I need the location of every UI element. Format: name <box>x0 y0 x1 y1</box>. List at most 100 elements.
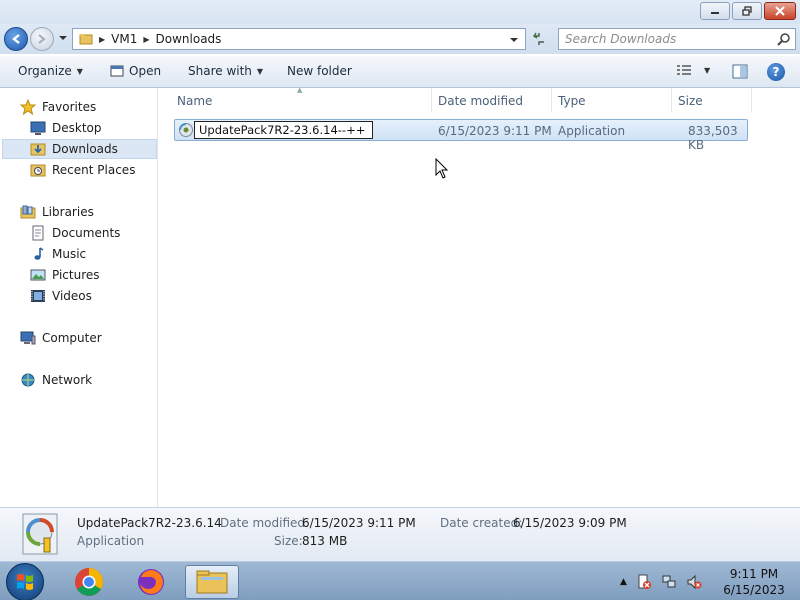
share-with-label: Share with <box>188 64 252 78</box>
sidebar-item-computer[interactable]: Computer <box>20 328 102 348</box>
column-divider[interactable] <box>751 88 752 112</box>
new-folder-button[interactable]: New folder <box>287 64 352 78</box>
sidebar-item-label: Desktop <box>52 121 102 135</box>
navigation-pane: Favorites Desktop Downloads Recent Place… <box>0 88 158 507</box>
preview-pane-button[interactable] <box>732 64 748 82</box>
documents-icon <box>32 225 44 241</box>
title-bar <box>0 0 800 26</box>
details-size-label: Size: <box>274 534 303 548</box>
recent-pages-dropdown-icon[interactable] <box>58 34 68 42</box>
details-date-modified: 6/15/2023 9:11 PM <box>302 516 416 530</box>
help-button[interactable]: ? <box>767 63 785 81</box>
file-list: ▲ Name Date modified Type Size 6/15/2023… <box>159 86 800 507</box>
refresh-button[interactable] <box>528 28 550 50</box>
change-view-button[interactable]: ▼ <box>676 64 710 76</box>
network-icon <box>21 373 35 387</box>
breadcrumb-downloads[interactable]: Downloads <box>156 32 222 46</box>
music-icon <box>34 247 44 260</box>
details-file-type: Application <box>77 534 145 548</box>
address-dropdown-icon[interactable] <box>509 36 519 44</box>
chrome-icon <box>75 568 103 596</box>
volume-muted-icon[interactable] <box>686 574 702 590</box>
start-button[interactable] <box>6 563 44 600</box>
breadcrumb-separator-icon[interactable]: ▶ <box>99 35 105 44</box>
chevron-down-icon[interactable]: ▼ <box>704 66 710 75</box>
column-divider[interactable] <box>551 88 552 112</box>
sidebar-item-favorites[interactable]: Favorites <box>20 97 96 117</box>
help-icon: ? <box>772 65 780 79</box>
clock[interactable]: 9:11 PM 6/15/2023 <box>714 566 794 598</box>
forward-arrow-icon <box>38 34 46 44</box>
open-label: Open <box>129 64 162 78</box>
rename-box[interactable] <box>194 121 373 139</box>
action-center-warning-icon[interactable] <box>636 574 652 590</box>
details-date-modified-label: Date modified: <box>220 516 310 530</box>
sidebar-item-label: Libraries <box>42 205 94 219</box>
taskbar-firefox[interactable] <box>124 565 178 599</box>
address-bar[interactable]: ▶ VM1 ▶ Downloads <box>72 28 526 50</box>
restore-icon <box>742 6 752 16</box>
column-header-date-modified[interactable]: Date modified <box>438 94 523 108</box>
taskbar-explorer[interactable] <box>185 565 239 599</box>
sidebar-item-pictures[interactable]: Pictures <box>30 265 100 285</box>
chevron-down-icon: ▼ <box>256 66 264 76</box>
close-button[interactable] <box>764 2 796 20</box>
search-input[interactable] <box>565 29 765 49</box>
column-divider[interactable] <box>671 88 672 112</box>
sidebar-item-label: Network <box>42 373 93 387</box>
window-controls <box>700 2 796 20</box>
file-type: Application <box>558 124 626 138</box>
sidebar-item-label: Downloads <box>52 142 118 156</box>
sidebar-item-music[interactable]: Music <box>30 244 86 264</box>
organize-button[interactable]: Organize ▼ <box>18 64 83 78</box>
network-status-icon[interactable] <box>661 574 677 590</box>
details-file-name: UpdatePack7R2-23.6.14 <box>77 516 222 530</box>
sidebar-item-videos[interactable]: Videos <box>30 286 92 306</box>
forward-button[interactable] <box>30 27 54 51</box>
column-divider[interactable] <box>431 88 432 112</box>
back-button[interactable] <box>4 27 28 51</box>
recent-places-icon <box>30 164 46 177</box>
explorer-icon <box>196 570 228 594</box>
table-row[interactable]: 6/15/2023 9:11 PM Application 833,503 KB <box>174 119 748 152</box>
file-date-modified: 6/15/2023 9:11 PM <box>438 124 552 138</box>
sidebar-item-label: Music <box>52 247 87 261</box>
open-icon <box>110 65 124 77</box>
details-date-created-label: Date created: <box>440 516 523 530</box>
open-button[interactable]: Open <box>110 64 161 78</box>
column-header-name[interactable]: Name <box>177 94 212 108</box>
chevron-down-icon: ▼ <box>76 66 83 76</box>
taskbar: ▲ 9:11 PM 6/15/2023 <box>0 561 800 600</box>
column-header-size[interactable]: Size <box>678 94 703 108</box>
breadcrumb-vm1[interactable]: VM1 <box>111 32 137 46</box>
sidebar-item-recent-places[interactable]: Recent Places <box>30 160 135 180</box>
search-icon[interactable] <box>777 33 790 46</box>
sidebar-item-label: Favorites <box>42 100 97 114</box>
sidebar-item-label: Pictures <box>52 268 100 282</box>
libraries-icon <box>20 205 36 219</box>
folder-icon <box>79 34 93 45</box>
sidebar-item-downloads[interactable]: Downloads <box>2 139 157 159</box>
preview-pane-icon <box>732 64 748 79</box>
pictures-icon <box>30 269 46 281</box>
sort-up-icon: ▲ <box>297 86 303 94</box>
firefox-icon <box>138 569 164 595</box>
restore-button[interactable] <box>732 2 762 20</box>
star-icon <box>20 99 36 115</box>
sidebar-item-desktop[interactable]: Desktop <box>30 118 102 138</box>
sidebar-item-network[interactable]: Network <box>20 370 92 390</box>
system-tray: ▲ <box>620 574 702 590</box>
column-header-type[interactable]: Type <box>558 94 586 108</box>
rename-input[interactable] <box>195 122 372 138</box>
sidebar-item-label: Videos <box>52 289 92 303</box>
sidebar-item-libraries[interactable]: Libraries <box>20 202 94 222</box>
minimize-button[interactable] <box>700 2 730 20</box>
search-box[interactable] <box>558 28 796 50</box>
sidebar-item-documents[interactable]: Documents <box>30 223 120 243</box>
show-hidden-icons-icon[interactable]: ▲ <box>620 577 627 587</box>
clock-date: 6/15/2023 <box>723 583 785 597</box>
share-with-button[interactable]: Share with ▼ <box>188 64 263 78</box>
taskbar-chrome[interactable] <box>62 565 116 599</box>
breadcrumb-separator-icon[interactable]: ▶ <box>143 35 149 44</box>
clock-time: 9:11 PM <box>729 567 779 581</box>
